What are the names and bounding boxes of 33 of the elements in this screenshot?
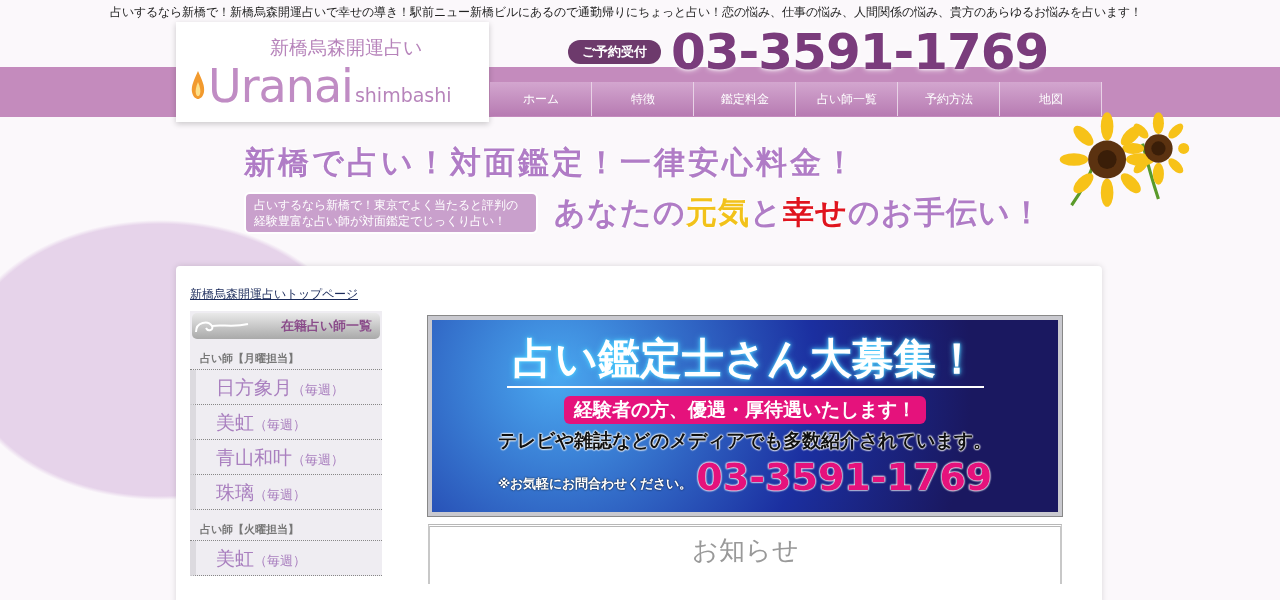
nav-link[interactable]: 占い師一覧 — [796, 82, 898, 116]
logo-suffix: shimbashi — [354, 84, 452, 106]
flame-icon — [190, 70, 206, 100]
fortune-teller-link[interactable]: 日方象月（毎週） — [190, 370, 382, 405]
fortune-teller-link[interactable]: 青山和叶（毎週） — [190, 440, 382, 475]
nav-link[interactable]: 地図 — [1000, 82, 1102, 116]
logo-subtitle: 新橋烏森開運占い — [270, 36, 422, 58]
site-tagline: 占いするなら新橋で！新橋烏森開運占いで幸せの導き！駅前ニュー新橋ビルにあるので通勤帰りにちょっと占い！恋の悩み、仕事の悩み、人間関係の悩み、貴方のあらゆるお悩みを占います！ — [109, 4, 1143, 21]
logo-wordmark: Uranai — [208, 58, 353, 114]
fortune-teller-link[interactable]: 珠璃（毎週） — [190, 475, 382, 510]
reservation-badge: ご予約受付 — [568, 40, 661, 64]
banner-note: ※お気軽にお問合わせください。 — [497, 475, 693, 493]
group-label: 占い師【月曜担当】 — [190, 339, 382, 370]
nav-link[interactable]: ホーム — [490, 82, 592, 116]
nav-link[interactable]: 予約方法 — [898, 82, 1000, 116]
banner-highlight: 経験者の方、優遇・厚待遇いたします！ — [564, 396, 926, 424]
fortune-teller-link[interactable]: 美虹（毎週） — [190, 405, 382, 440]
fortune-teller-link[interactable]: 美虹（毎週） — [190, 541, 382, 576]
intro-box: 占いするなら新橋で！東京でよく当たると評判の経験豊富な占い師が対面鑑定でじっくり占い！ — [244, 192, 538, 234]
hero-slogan: あなたの元気 と 幸せのお手伝い！ — [554, 193, 1043, 232]
top-page-link[interactable]: 新橋烏森開運占いトップページ — [190, 286, 382, 303]
nav-link[interactable]: 特徴 — [592, 82, 694, 116]
hero-headline: 新橋で占い！対面鑑定！一律安心料金！ — [244, 143, 859, 182]
banner-media-text: テレビや雑誌などのメディアでも多数紹介されています。 — [498, 429, 992, 453]
recruitment-banner[interactable]: 占い鑑定士さん大募集！ 経験者の方、優遇・厚待遇いたします！ テレビや雑誌などのメディアでも多数紹介されています。 ※お気軽にお問合わせください。03-3591-1769 — [428, 316, 1062, 516]
nav-link[interactable]: 鑑定料金 — [694, 82, 796, 116]
notice-heading: お知らせ — [691, 534, 799, 567]
banner-phone: 03-3591-1769 — [696, 455, 993, 499]
group-label: 占い師【火曜担当】 — [190, 510, 382, 541]
sidebar-heading-text: 在籍占い師一覧 — [281, 317, 372, 335]
phone-number[interactable]: 03-3591-1769 — [671, 25, 1049, 79]
logo[interactable]: 新橋烏森開運占い Uranai shimbashi — [176, 22, 489, 122]
banner-title: 占い鑑定士さん大募集！ — [506, 334, 984, 388]
